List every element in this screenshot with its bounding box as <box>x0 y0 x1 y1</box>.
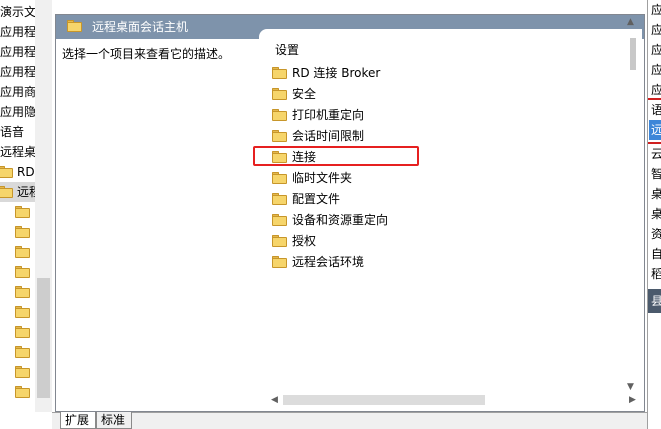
folder-icon <box>15 226 30 238</box>
scroll-down-arrow-icon[interactable]: ▼ <box>627 382 634 392</box>
settings-list-item[interactable]: RD 连接 Broker <box>272 63 472 84</box>
folder-icon <box>15 386 30 398</box>
tree-item-label: 应用程 <box>0 45 37 59</box>
folder-icon <box>15 246 30 258</box>
folder-icon <box>15 206 30 218</box>
description-text: 选择一个项目来查看它的描述。 <box>62 47 231 61</box>
actions-panel: 县 应应应应应语远云智桌桌资自稻 <box>647 0 661 429</box>
settings-list-item[interactable]: 会话时间限制 <box>272 126 472 147</box>
folder-icon <box>272 109 287 121</box>
folder-icon <box>272 256 287 268</box>
folder-icon <box>0 166 13 178</box>
folder-icon <box>272 172 287 184</box>
folder-icon <box>67 20 82 32</box>
settings-list-item[interactable]: 临时文件夹 <box>272 168 472 189</box>
settings-list-item[interactable]: 配置文件 <box>272 189 472 210</box>
folder-icon <box>272 88 287 100</box>
action-item[interactable]: 语 <box>651 100 661 120</box>
tree-item-label: 应用隐 <box>0 105 37 119</box>
tree-item-label: 语音 <box>0 125 25 139</box>
folder-icon <box>272 67 287 79</box>
scroll-left-arrow-icon[interactable]: ◀ <box>271 395 278 405</box>
action-item[interactable]: 云 <box>651 144 661 164</box>
settings-item-label: 授权 <box>292 234 317 248</box>
folder-icon <box>0 186 13 198</box>
tree-item-label: RD <box>17 165 35 179</box>
folder-icon <box>15 326 30 338</box>
settings-item-label: 安全 <box>292 87 317 101</box>
settings-item-label: 打印机重定向 <box>292 108 365 122</box>
action-item[interactable]: 应 <box>651 80 661 100</box>
action-item[interactable]: 桌 <box>651 204 661 224</box>
folder-icon <box>15 346 30 358</box>
folder-icon <box>15 286 30 298</box>
action-item[interactable]: 应 <box>651 60 661 80</box>
folder-icon <box>272 235 287 247</box>
action-item[interactable]: 自 <box>651 244 661 264</box>
tree-item-label: 演示文 <box>0 5 37 19</box>
folder-icon <box>272 130 287 142</box>
settings-list-item[interactable]: 打印机重定向 <box>272 105 472 126</box>
settings-item-label: 配置文件 <box>292 192 341 206</box>
action-item[interactable]: 资 <box>651 224 661 244</box>
action-item[interactable]: 远 <box>649 120 661 140</box>
settings-item-label: 远程会话环境 <box>292 255 365 269</box>
settings-item-label: 临时文件夹 <box>292 171 353 185</box>
folder-icon <box>15 366 30 378</box>
tree-item-label: 应用程 <box>0 65 37 79</box>
settings-item-label: RD 连接 Broker <box>292 66 381 80</box>
tree-item-label: 远程桌 <box>0 145 37 159</box>
settings-list-item[interactable]: 授权 <box>272 231 472 252</box>
settings-item-label: 会话时间限制 <box>292 129 365 143</box>
list-column-header[interactable]: 设置 <box>275 41 299 58</box>
action-item[interactable]: 桌 <box>651 184 661 204</box>
action-item[interactable]: 智 <box>651 164 661 184</box>
tab-standard[interactable]: 标准 <box>96 412 132 429</box>
tree-item-label: 应用商 <box>0 85 37 99</box>
action-item[interactable]: 应 <box>651 0 661 20</box>
actions-group-header[interactable]: 县 <box>648 289 661 313</box>
scroll-right-arrow-icon[interactable]: ▶ <box>629 395 636 405</box>
tab-extended[interactable]: 扩展 <box>60 412 96 429</box>
action-item[interactable]: 应 <box>651 40 661 60</box>
settings-list-item[interactable]: 安全 <box>272 84 472 105</box>
settings-list-item[interactable]: 远程会话环境 <box>272 252 472 273</box>
folder-icon <box>272 214 287 226</box>
horizontal-scrollbar-thumb[interactable] <box>283 395 485 405</box>
tree-scrollbar-thumb[interactable] <box>37 278 50 398</box>
pane-title: 远程桌面会话主机 <box>92 20 189 34</box>
settings-item-label: 设备和资源重定向 <box>292 213 389 227</box>
folder-icon <box>272 193 287 205</box>
settings-list-item[interactable]: 设备和资源重定向 <box>272 210 472 231</box>
folder-icon <box>15 306 30 318</box>
annotation-highlight-box <box>253 146 419 166</box>
vertical-scrollbar-thumb[interactable] <box>630 38 636 70</box>
tree-item-label: 应用程 <box>0 25 37 39</box>
action-item[interactable]: 应 <box>651 20 661 40</box>
view-tabs-bar <box>52 412 647 429</box>
scroll-up-arrow-icon[interactable]: ▲ <box>627 17 634 27</box>
folder-icon <box>15 266 30 278</box>
action-item[interactable]: 稻 <box>651 264 661 284</box>
